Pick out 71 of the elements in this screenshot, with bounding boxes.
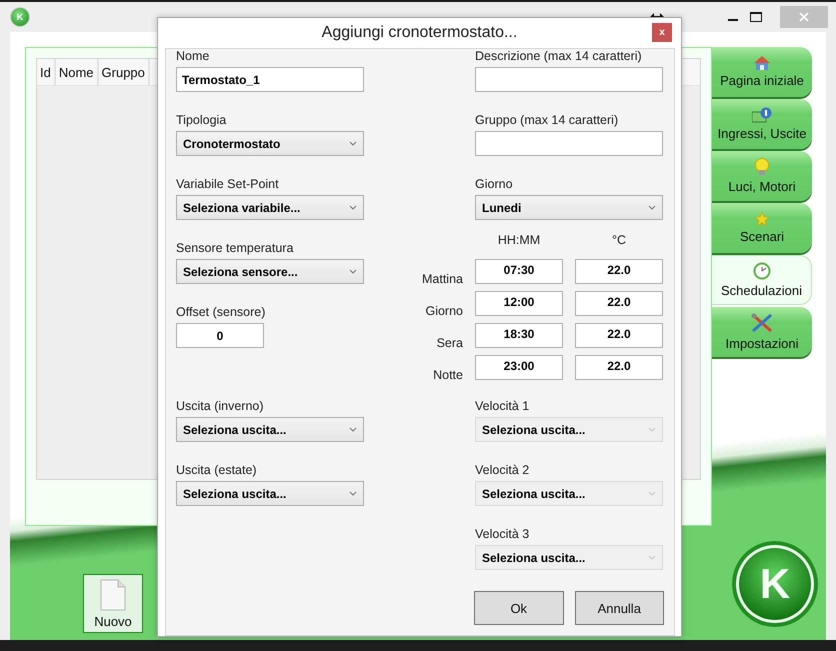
field-label: Uscita (estate) (176, 463, 258, 479)
chevron-icon (349, 205, 357, 210)
dialog-close-button[interactable]: x (652, 23, 672, 42)
dropdown[interactable]: Seleziona uscita... (176, 417, 364, 442)
new-button[interactable]: Nuovo (83, 574, 143, 633)
time-field[interactable]: 18:30 (475, 323, 563, 348)
text-field[interactable] (475, 67, 663, 92)
field-label: Variabile Set-Point (176, 177, 280, 193)
temperature-field[interactable]: 22.0 (575, 259, 663, 284)
period-label: Notte (432, 368, 464, 382)
field-label: Giorno (475, 177, 514, 193)
close-icon (799, 12, 809, 22)
document-icon (100, 578, 126, 610)
chevron-icon (648, 491, 656, 496)
text-field[interactable]: Termostato_1 (176, 67, 364, 92)
time-field[interactable]: 12:00 (475, 291, 563, 316)
chevron-icon (648, 205, 656, 210)
text-field[interactable]: 0 (176, 323, 264, 348)
dialog-title: Aggiungi cronotermostato... (322, 24, 518, 42)
text-field[interactable] (475, 131, 663, 156)
dropdown[interactable]: Seleziona uscita... (176, 481, 364, 506)
column-header[interactable]: Gruppo (98, 59, 150, 85)
app-logo: K (732, 541, 818, 627)
time-field[interactable]: 07:30 (475, 259, 563, 284)
ok-button[interactable]: Ok (474, 591, 564, 625)
field-label: Offset (sensore) (176, 305, 266, 321)
nav-tab[interactable]: Impostazioni (712, 307, 812, 357)
column-header[interactable]: Nome (56, 59, 99, 85)
chevron-icon (349, 141, 357, 146)
field-label: Sensore temperatura (176, 241, 294, 257)
temperature-field[interactable]: 22.0 (575, 291, 663, 316)
time-field[interactable]: 23:00 (475, 355, 563, 380)
column-header[interactable]: Id (37, 59, 56, 85)
column-header: °C (612, 233, 626, 247)
maximize-icon[interactable] (750, 12, 762, 22)
star-icon (755, 212, 769, 226)
chevron-icon (349, 269, 357, 274)
chevron-icon (648, 555, 656, 560)
nav-tab[interactable]: Schedulazioni (712, 255, 812, 305)
dropdown[interactable]: Lunedi (475, 195, 663, 220)
clock-icon (752, 262, 770, 280)
monitor-icon (752, 107, 772, 123)
chevron-icon (648, 427, 656, 432)
cancel-button[interactable]: Annulla (574, 591, 664, 625)
field-label: Uscita (inverno) (176, 399, 265, 415)
field-label: Velocità 2 (475, 463, 530, 479)
field-label: Velocità 1 (475, 399, 530, 415)
dropdown[interactable]: Seleziona variabile... (176, 195, 364, 220)
field-label: Velocità 3 (475, 527, 530, 543)
period-label: Mattina (421, 272, 464, 286)
period-label: Sera (436, 336, 464, 350)
period-label: Giorno (424, 304, 464, 318)
nav-tab[interactable]: Ingressi, Uscite (712, 99, 812, 149)
nav-tab[interactable]: Scenari (712, 203, 812, 253)
nav-tab[interactable]: Pagina iniziale (712, 47, 812, 97)
tools-icon (751, 313, 773, 333)
chevron-icon (349, 491, 357, 496)
temperature-field[interactable]: 22.0 (575, 323, 663, 348)
bulb-icon (755, 158, 769, 176)
field-label: Gruppo (max 14 caratteri) (475, 113, 620, 129)
field-label: Tipologia (176, 113, 228, 129)
column-header: HH:MM (498, 233, 540, 247)
nav-tab[interactable]: Luci, Motori (712, 151, 812, 201)
field-label: Descrizione (max 14 caratteri) (475, 49, 643, 65)
chevron-icon (349, 427, 357, 432)
app-logo-icon: K (11, 8, 29, 26)
temperature-field[interactable]: 22.0 (575, 355, 663, 380)
dropdown[interactable]: Seleziona sensore... (176, 259, 364, 284)
house-icon (754, 56, 770, 70)
field-label: Nome (176, 49, 210, 65)
dropdown[interactable]: Cronotermostato (176, 131, 364, 156)
